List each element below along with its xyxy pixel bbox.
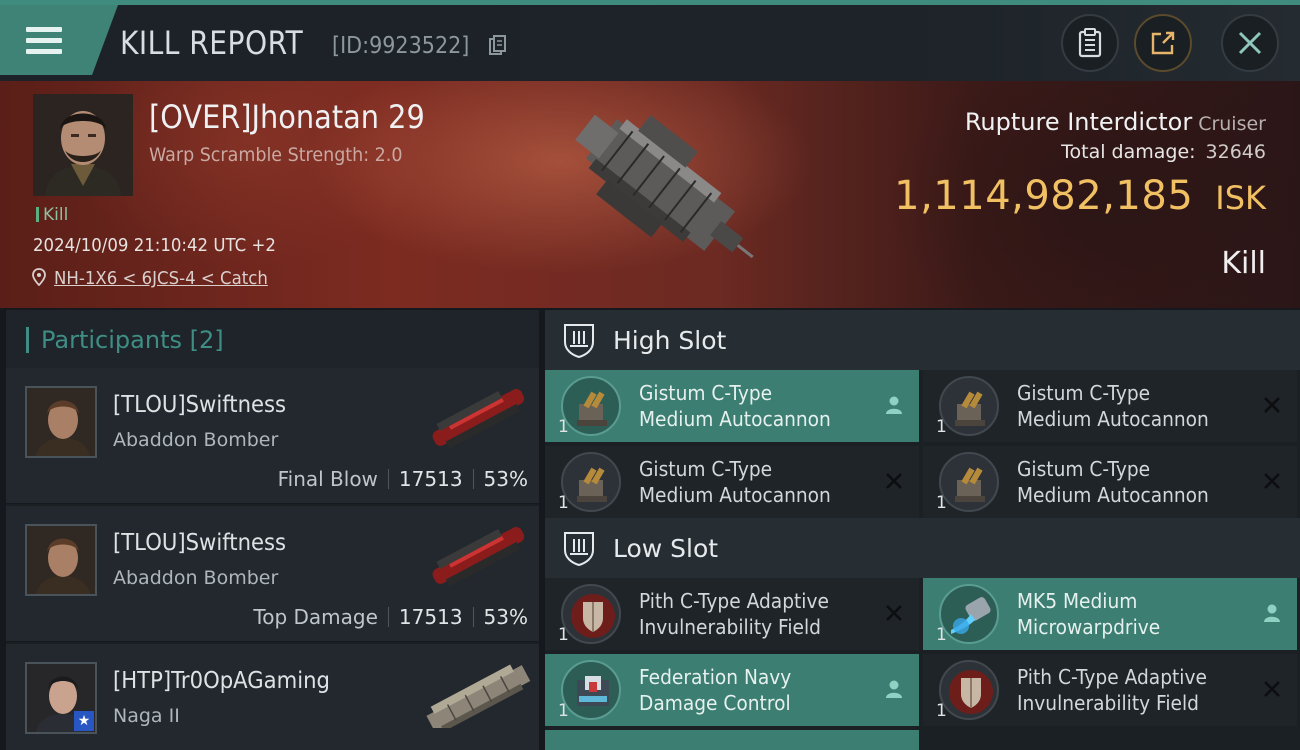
module-qty: 1: [936, 625, 947, 645]
destroyed-x-icon: [1264, 473, 1280, 489]
module-qty: 1: [936, 493, 947, 513]
module-qty: 1: [558, 625, 569, 645]
low-slot-header[interactable]: Low Slot: [545, 518, 1300, 578]
module-item[interactable]: 1 Gistum C-Type Medium Autocannon: [923, 370, 1297, 442]
module-name: Gistum C-Type Medium Autocannon: [1017, 457, 1209, 507]
isk-value: 1,114,982,185 ISK: [894, 173, 1266, 219]
clipboard-icon: [1078, 28, 1102, 58]
shield-module-icon: [561, 584, 621, 644]
participant-ship-image: [432, 388, 525, 449]
module-item[interactable]: 1 Gistum C-Type Medium Autocannon: [923, 446, 1297, 518]
location-link[interactable]: NH-1X6 < 6JCS-4 < Catch: [54, 268, 268, 289]
high-slot-icon: [564, 324, 594, 358]
destroyed-x-icon: [1264, 397, 1280, 413]
autocannon-icon: [939, 452, 999, 512]
module-item[interactable]: 1 Pith C-Type Adaptive Invulnerability Fi…: [545, 578, 919, 650]
total-damage: Total damage: 32646: [1061, 141, 1266, 163]
participants-header: Participants [2]: [6, 310, 539, 368]
module-item[interactable]: 1 MK5 Medium Microwarpdrive: [923, 578, 1297, 650]
warp-scramble-strength: Warp Scramble Strength: 2.0: [149, 144, 403, 166]
result-label: Kill: [1221, 246, 1266, 281]
participant-stats: Top Damage 17513 53%: [253, 605, 528, 629]
module-name: Pith C-Type Adaptive Invulnerability Fiel…: [639, 589, 829, 639]
participant-row[interactable]: [TLOU]Swiftness Abaddon Bomber Top Damag…: [6, 506, 539, 642]
menu-icon: [26, 27, 62, 55]
participant-name[interactable]: [HTP]Tr0OpAGaming: [113, 668, 330, 694]
high-slot-label: High Slot: [613, 326, 727, 355]
module-qty: 1: [558, 701, 569, 721]
module-item[interactable]: 1 Gistum C-Type Medium Autocannon: [545, 446, 919, 518]
fitting-panel: High Slot 1 Gistum C-Type Medium Autocann…: [545, 310, 1300, 750]
close-button[interactable]: [1221, 14, 1279, 72]
module-name: Gistum C-Type Medium Autocannon: [639, 457, 831, 507]
microwarpdrive-icon: [939, 584, 999, 644]
close-icon: [1238, 31, 1262, 55]
share-button[interactable]: [1134, 14, 1192, 72]
participant-row[interactable]: ★ [HTP]Tr0OpAGaming Naga II: [6, 644, 539, 750]
participant-ship-image: [426, 664, 531, 728]
destroyed-x-icon: [1264, 681, 1280, 697]
module-qty: 1: [558, 417, 569, 437]
module-item[interactable]: 1 Federation Navy Damage Control: [545, 654, 919, 726]
clipboard-button[interactable]: [1061, 14, 1119, 72]
destroyed-x-icon: [886, 473, 902, 489]
module-name: Federation Navy Damage Control: [639, 665, 792, 715]
victim-ship-image: [575, 114, 754, 259]
participant-ship: Naga II: [113, 705, 180, 727]
participant-name[interactable]: [TLOU]Swiftness: [113, 530, 286, 556]
victim-panel: [OVER]Jhonatan 29 Warp Scramble Strength…: [0, 81, 1300, 308]
dropped-person-icon: [886, 680, 902, 698]
module-name: MK5 Medium Microwarpdrive: [1017, 589, 1161, 639]
module-qty: 1: [936, 701, 947, 721]
victim-ship-type[interactable]: Rupture Interdictor Cruiser: [965, 108, 1266, 136]
kill-status-badge: Kill: [36, 205, 68, 225]
destroyed-x-icon: [886, 605, 902, 621]
module-name: Gistum C-Type Medium Autocannon: [1017, 381, 1209, 431]
report-id: [ID:9923522]: [332, 33, 470, 59]
module-qty: 1: [558, 493, 569, 513]
damage-control-icon: [561, 660, 621, 720]
star-badge-icon: ★: [74, 711, 94, 731]
participant-row[interactable]: [TLOU]Swiftness Abaddon Bomber Final Blo…: [6, 368, 539, 504]
location-pin-icon: [32, 268, 46, 286]
participant-ship: Abaddon Bomber: [113, 429, 279, 451]
copy-icon[interactable]: [489, 35, 507, 57]
dropped-person-icon: [886, 396, 902, 414]
participant-ship: Abaddon Bomber: [113, 567, 279, 589]
participant-avatar[interactable]: [25, 386, 97, 458]
module-qty: 1: [936, 417, 947, 437]
low-slot-icon: [564, 532, 594, 566]
module-item[interactable]: 1 Pith C-Type Adaptive Invulnerability Fi…: [923, 654, 1297, 726]
participant-ship-image: [432, 526, 525, 587]
module-name: Gistum C-Type Medium Autocannon: [639, 381, 831, 431]
page-title: KILL REPORT: [120, 24, 304, 62]
low-slot-label: Low Slot: [613, 534, 719, 563]
participant-avatar[interactable]: [25, 524, 97, 596]
participants-title: Participants [2]: [41, 326, 224, 354]
autocannon-icon: [561, 452, 621, 512]
dropped-person-icon: [1264, 604, 1280, 622]
module-item[interactable]: 1 Gistum C-Type Medium Autocannon: [545, 370, 919, 442]
high-slot-header[interactable]: High Slot: [545, 310, 1300, 370]
share-icon: [1151, 31, 1175, 55]
autocannon-icon: [561, 376, 621, 436]
module-item-partial[interactable]: [545, 730, 919, 750]
victim-name[interactable]: [OVER]Jhonatan 29: [149, 98, 425, 136]
kill-timestamp: 2024/10/09 21:10:42 UTC +2: [33, 235, 276, 256]
participant-name[interactable]: [TLOU]Swiftness: [113, 392, 286, 418]
participant-avatar[interactable]: ★: [25, 662, 97, 734]
module-name: Pith C-Type Adaptive Invulnerability Fiel…: [1017, 665, 1207, 715]
autocannon-icon: [939, 376, 999, 436]
participants-panel: Participants [2] [TLOU]Swiftness Abaddon…: [6, 310, 539, 750]
shield-module-icon: [939, 660, 999, 720]
victim-portrait[interactable]: [33, 94, 133, 196]
participant-stats: Final Blow 17513 53%: [277, 467, 528, 491]
